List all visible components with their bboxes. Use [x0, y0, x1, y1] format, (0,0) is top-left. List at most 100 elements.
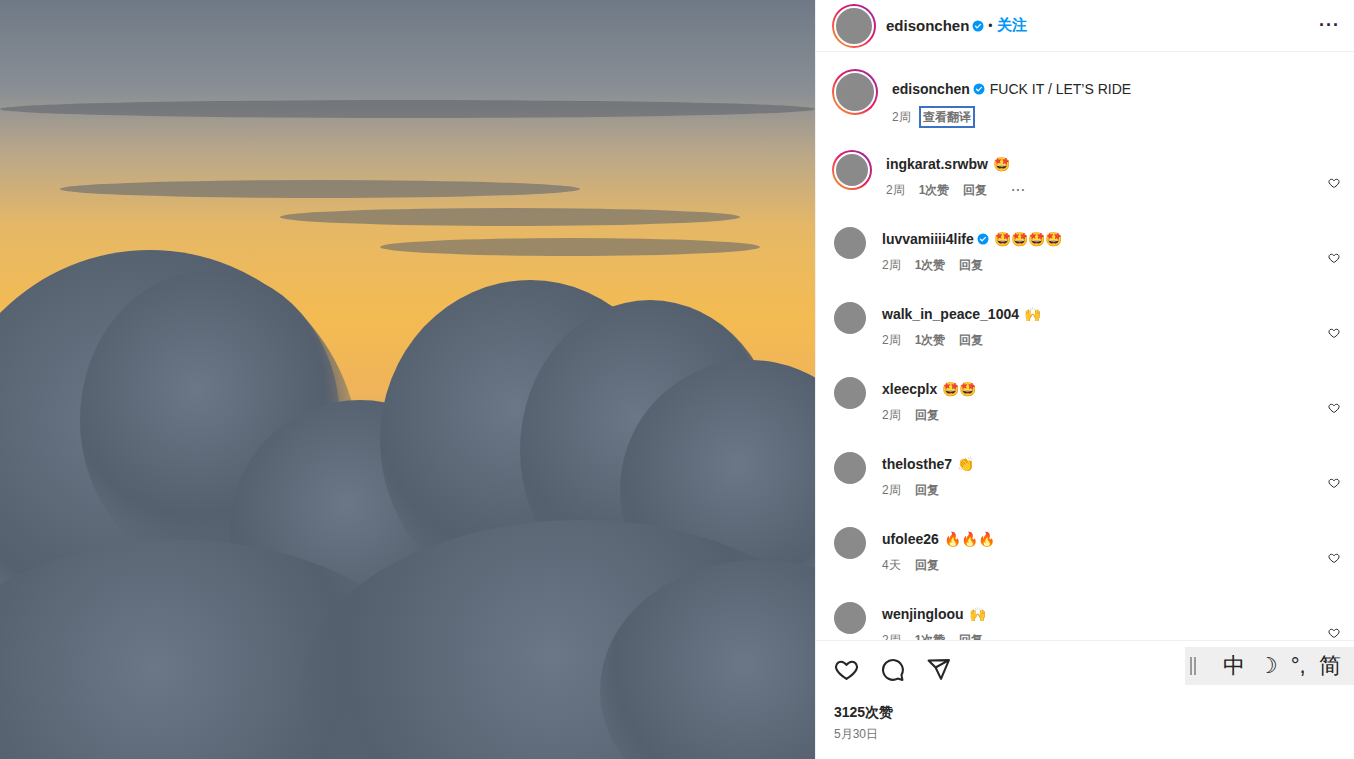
comment-body: wenjingloou 🙌 2周 1次赞 回复	[882, 591, 1314, 640]
comment-text: 👏	[957, 455, 974, 473]
verified-badge-icon	[973, 83, 985, 95]
username[interactable]: ufolee26	[882, 530, 939, 548]
ime-toolbar: 中 ☽ °, 简	[1185, 647, 1354, 685]
ime-button[interactable]: 简	[1319, 653, 1341, 679]
comment-meta: 2周 1次赞回复	[882, 256, 1314, 274]
like-count[interactable]: 1次赞	[915, 631, 946, 640]
comment-meta: 2周 1次赞回复	[882, 331, 1314, 349]
time: 4天	[882, 556, 901, 574]
translate-button[interactable]: 查看翻译	[919, 106, 975, 128]
ime-button[interactable]: 中	[1223, 653, 1245, 679]
username[interactable]: thelosthe7	[882, 455, 952, 473]
avatar-image	[834, 452, 866, 484]
username[interactable]: ingkarat.srwbw	[886, 155, 988, 173]
caption-body: edisonchen FUCK IT / LET’S RIDE 2周查看翻译	[892, 66, 1340, 128]
header-user: edisonchen • 关注	[886, 16, 1027, 35]
time: 2周	[882, 481, 901, 499]
reply-button[interactable]: 回复	[959, 256, 983, 274]
post-photo[interactable]	[0, 0, 815, 759]
like-count[interactable]: 1次赞	[915, 331, 946, 349]
avatar[interactable]	[832, 300, 868, 336]
comment-line: ingkarat.srwbw 🤩	[886, 155, 1314, 173]
avatar-image	[834, 71, 876, 113]
comment-meta: 2周回复	[882, 481, 1314, 499]
avatar[interactable]	[832, 450, 868, 486]
comment-row: xleecplx🤩🤩2周回复	[816, 366, 1354, 441]
comment-meta: 2周 1次赞 回复	[882, 631, 1314, 640]
heart-icon[interactable]	[834, 657, 859, 682]
username[interactable]: luvvamiiii4life	[882, 230, 974, 248]
separator: •	[988, 19, 992, 33]
avatar[interactable]	[832, 4, 876, 48]
avatar[interactable]	[832, 525, 868, 561]
comment-icon[interactable]	[880, 657, 905, 682]
ime-button[interactable]: °,	[1291, 653, 1306, 679]
comment-line: ufolee26🔥🔥🔥	[882, 530, 1314, 548]
username[interactable]: edisonchen	[892, 80, 970, 98]
caption-text: FUCK IT / LET’S RIDE	[990, 80, 1131, 98]
reply-button[interactable]: 回复	[915, 481, 939, 499]
avatar[interactable]	[832, 225, 868, 261]
comment-line: thelosthe7 👏	[882, 455, 1314, 473]
caption-row: edisonchen FUCK IT / LET’S RIDE 2周查看翻译	[816, 66, 1354, 141]
verified-badge-icon	[972, 20, 984, 32]
time: 2周	[882, 631, 901, 640]
share-icon[interactable]	[926, 657, 951, 682]
app: edisonchen • 关注 ··· edisonchen FUCK IT / LET’…	[0, 0, 1354, 759]
like-count[interactable]: 1次赞	[915, 256, 946, 274]
comment-meta: 4天回复	[882, 556, 1314, 574]
username[interactable]: xleecplx	[882, 380, 937, 398]
reply-button[interactable]: 回复	[915, 556, 939, 574]
heart-icon[interactable]	[1328, 477, 1340, 489]
avatar-image	[834, 6, 874, 46]
heart-icon[interactable]	[1328, 552, 1340, 564]
avatar-image	[834, 227, 866, 259]
time: 2周	[892, 108, 911, 126]
avatar-image	[834, 152, 870, 188]
reply-button[interactable]: 回复	[959, 631, 983, 640]
username[interactable]: walk_in_peace_1004	[882, 305, 1019, 323]
follow-button[interactable]: 关注	[997, 16, 1027, 35]
time: 2周	[882, 331, 901, 349]
comment-line: walk_in_peace_1004 🙌	[882, 305, 1314, 323]
comment-body: ufolee26🔥🔥🔥 4天回复	[882, 516, 1314, 574]
comment-line: luvvamiiii4life🤩🤩🤩🤩	[882, 230, 1314, 248]
likes-count[interactable]: 3125次赞	[834, 703, 1338, 721]
avatar-image	[834, 377, 866, 409]
post-panel: edisonchen • 关注 ··· edisonchen FUCK IT / LET’…	[815, 0, 1354, 759]
heart-icon[interactable]	[1328, 327, 1340, 339]
comment-text: 🤩🤩	[942, 380, 976, 398]
comment-row: thelosthe7 👏 2周回复	[816, 441, 1354, 516]
comment-more-button[interactable]: ···	[1011, 181, 1026, 199]
reply-button[interactable]: 回复	[963, 181, 987, 199]
ime-button[interactable]: ☽	[1258, 653, 1278, 679]
heart-icon[interactable]	[1328, 402, 1340, 414]
avatar[interactable]	[832, 150, 872, 190]
post-date: 5月30日	[834, 726, 1338, 742]
comment-text: 🙌	[1024, 305, 1041, 323]
comment-body: walk_in_peace_1004 🙌 2周 1次赞回复	[882, 291, 1314, 349]
like-count[interactable]: 1次赞	[919, 181, 950, 199]
reply-button[interactable]: 回复	[959, 331, 983, 349]
avatar[interactable]	[832, 375, 868, 411]
comment-body: xleecplx🤩🤩2周回复	[882, 366, 1314, 424]
avatar-image	[834, 302, 866, 334]
heart-icon[interactable]	[1328, 177, 1340, 189]
comment-meta: 2周1次赞回复···	[886, 181, 1314, 199]
comment-text: 🙌	[969, 605, 986, 623]
time: 2周	[882, 256, 901, 274]
heart-icon[interactable]	[1328, 252, 1340, 264]
more-options-button[interactable]: ···	[1319, 15, 1340, 36]
verified-badge-icon	[977, 233, 989, 245]
avatar[interactable]	[832, 69, 878, 115]
comment-text: 🤩	[993, 155, 1010, 173]
reply-button[interactable]: 回复	[915, 406, 939, 424]
avatar[interactable]	[832, 600, 868, 636]
avatar-image	[834, 602, 866, 634]
comment-row: ufolee26🔥🔥🔥 4天回复	[816, 516, 1354, 591]
username[interactable]: wenjingloou	[882, 605, 964, 623]
caption-meta: 2周查看翻译	[892, 106, 1340, 128]
heart-icon[interactable]	[1328, 627, 1340, 639]
drag-handle-icon[interactable]	[1190, 657, 1196, 675]
username[interactable]: edisonchen	[886, 17, 969, 34]
